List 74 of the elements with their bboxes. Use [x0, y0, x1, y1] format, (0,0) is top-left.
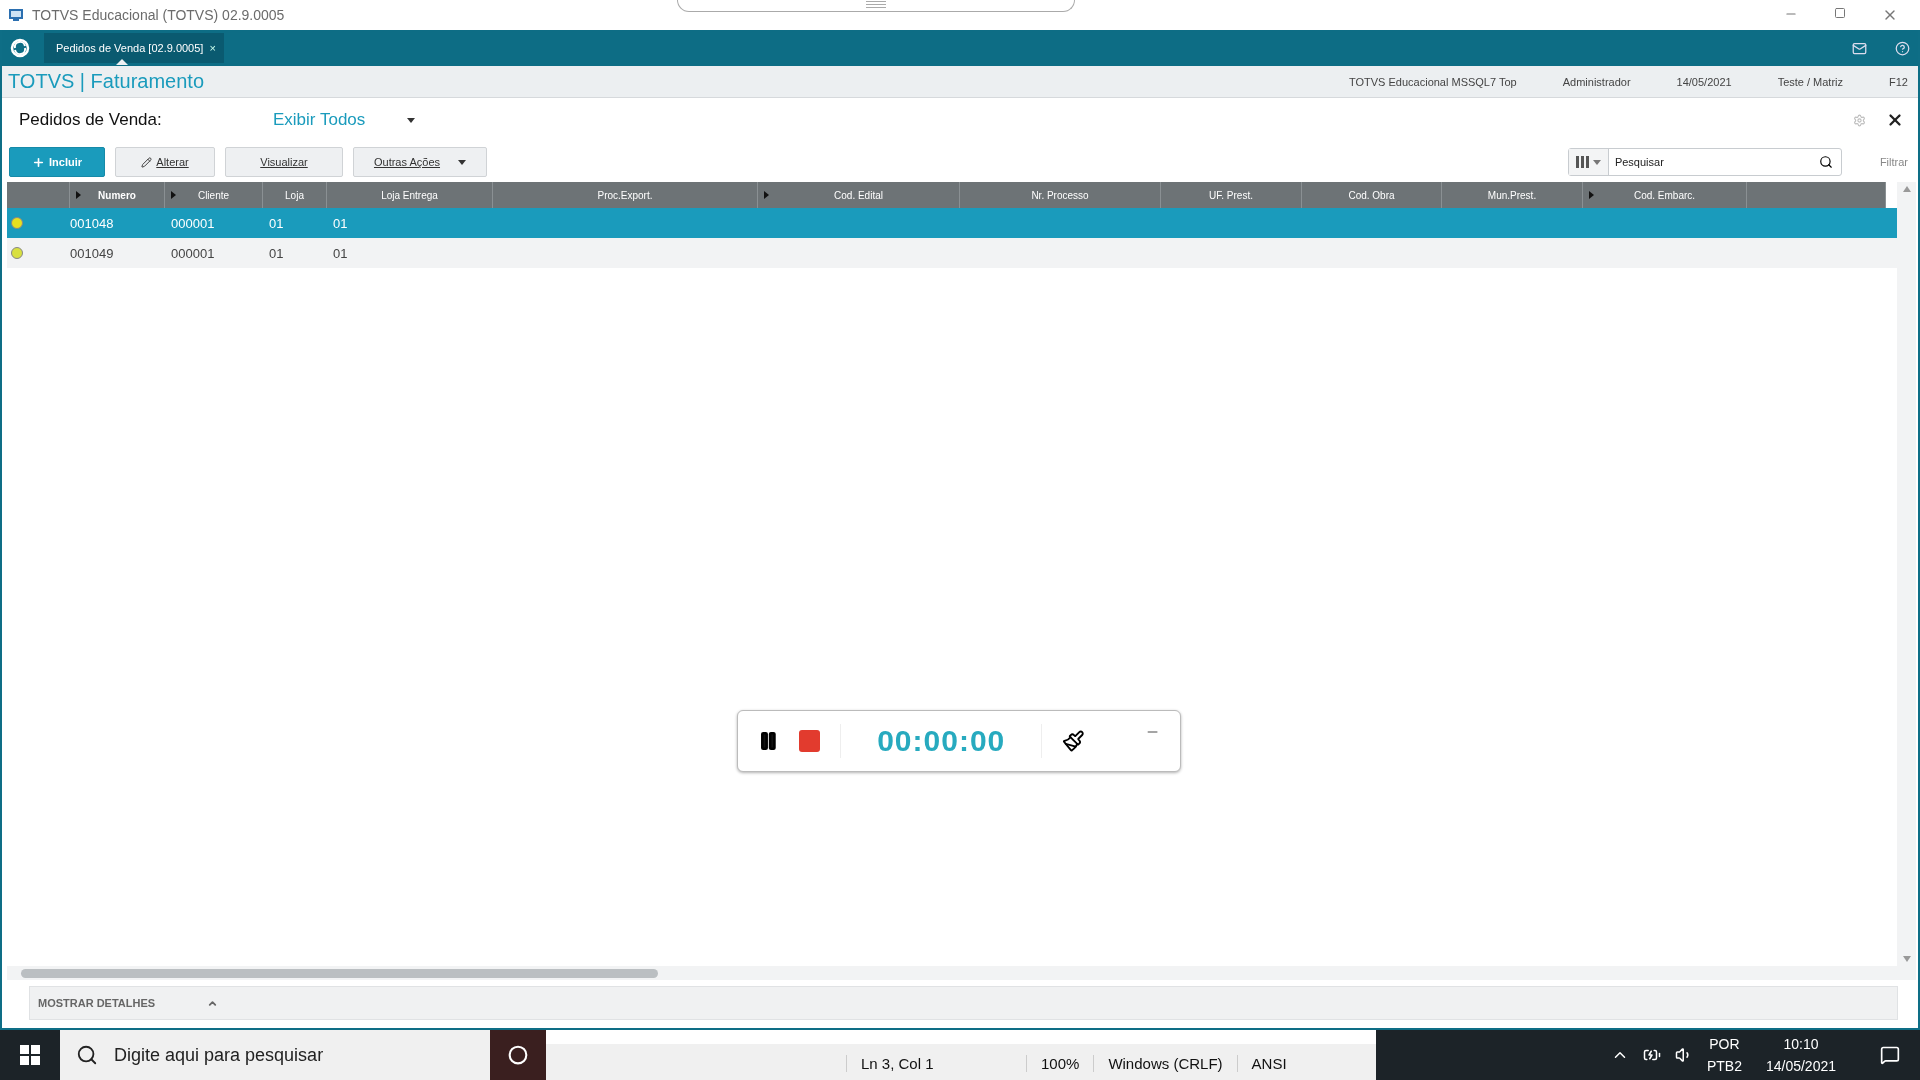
header-info: TOTVS Educacional MSSQL7 Top [1348, 75, 1517, 88]
table-cell-text: 01 [268, 215, 284, 231]
filter-link[interactable]: Filtrar [1879, 156, 1908, 168]
maximize-icon[interactable] [1834, 7, 1846, 19]
window-title: TOTVS Educacional (TOTVS) 02.9.0005 [32, 7, 286, 23]
table-row[interactable]: 001048 000001 01 01 [7, 208, 1897, 238]
clock[interactable]: 10:10 14/05/2021 [1765, 1033, 1836, 1077]
windows-logo-icon [20, 1045, 40, 1065]
taskbar-search-field[interactable]: Digite aqui para pesquisar [60, 1030, 490, 1080]
toolbar-button[interactable]: Alterar [115, 147, 215, 177]
column-header[interactable]: Loja Entrega [327, 182, 493, 208]
scroll-down-icon[interactable] [1902, 956, 1911, 962]
column-header[interactable]: Loja [263, 182, 327, 208]
plus-icon [32, 155, 45, 169]
language-indicator[interactable]: POR PTB2 [1706, 1033, 1742, 1077]
table-cell-text: 000001 [170, 245, 215, 261]
column-header[interactable]: UF. Prest. [1161, 182, 1302, 208]
details-bar[interactable]: MOSTRAR DETALHES [29, 986, 1898, 1020]
status-text: ANSI [1236, 1055, 1357, 1072]
header-info: Administrador [1562, 75, 1631, 88]
close-icon[interactable] [1886, 111, 1904, 129]
tab-close[interactable]: × [209, 42, 216, 54]
notifications-icon[interactable] [1880, 1045, 1900, 1065]
horizontal-scrollbar[interactable] [7, 966, 1916, 980]
column-header[interactable]: Cod. Edital [758, 182, 960, 208]
taskbar-search-input[interactable]: Digite aqui para pesquisar [112, 1043, 490, 1067]
column-header[interactable]: Cod. Embarc. [1583, 182, 1747, 208]
table-cell: 001049 [70, 245, 114, 261]
status-text: 100% [1026, 1055, 1094, 1072]
status-text: Windows (CRLF) [1093, 1055, 1237, 1072]
toolbar-button[interactable]: Outras Ações [353, 147, 487, 177]
view-filter-dropdown[interactable]: Exibir Todos [273, 110, 416, 130]
column-header[interactable]: Numero [70, 182, 165, 208]
app-title: TOTVS | Faturamento [8, 70, 205, 93]
column-header[interactable]: Cliente [165, 182, 263, 208]
scroll-up-icon[interactable] [1902, 186, 1911, 192]
header-info: 14/05/2021 [1676, 75, 1732, 88]
search-icon [76, 1044, 98, 1066]
columns-button[interactable] [1568, 149, 1609, 175]
table-row[interactable]: 001049 000001 01 01 [7, 238, 1897, 268]
column-header[interactable]: Mun.Prest. [1442, 182, 1583, 208]
pause-icon[interactable] [758, 730, 779, 752]
column-header[interactable]: Cod. Obra [1302, 182, 1442, 208]
help-icon[interactable] [1895, 40, 1910, 56]
table-cell-text: 000001 [170, 215, 215, 231]
search-icon[interactable] [1818, 155, 1833, 169]
stop-button[interactable] [798, 730, 821, 752]
toolbar-button[interactable]: Visualizar [225, 147, 343, 177]
recorder-handle[interactable] [677, 0, 1075, 12]
details-label[interactable]: MOSTRAR DETALHES [38, 997, 156, 1009]
grip-icon [866, 0, 886, 8]
app-icon [8, 8, 24, 22]
table-cell: 001048 [70, 215, 114, 231]
column-header[interactable]: Proc.Export. [493, 182, 758, 208]
table-cell-text: 01 [332, 215, 348, 231]
browse-title: Pedidos de Venda: [19, 110, 163, 130]
header-info: Teste / Matriz [1777, 75, 1844, 88]
pencil-icon [141, 156, 153, 168]
brush-icon[interactable] [1062, 729, 1085, 753]
status-text: Ln 3, Col 1 [846, 1055, 1026, 1072]
search-field[interactable]: Pesquisar [1567, 148, 1842, 176]
column-header[interactable]: Nr. Processo [960, 182, 1161, 208]
circle-icon [508, 1045, 528, 1065]
tab[interactable]: Pedidos de Venda [02.9.0005] × [44, 33, 224, 63]
columns-icon [1575, 156, 1590, 168]
table-cell-text: 01 [268, 245, 284, 261]
cortana-button[interactable] [490, 1030, 546, 1080]
logo-icon [10, 38, 30, 58]
vertical-scrollbar[interactable] [1897, 182, 1916, 966]
mail-icon[interactable] [1852, 40, 1867, 56]
table-cell-text: 01 [332, 245, 348, 261]
header-info: F12 [1889, 75, 1908, 88]
toolbar-button[interactable]: Incluir [9, 147, 105, 177]
recording-timer: 00:00:00 [840, 724, 1043, 758]
